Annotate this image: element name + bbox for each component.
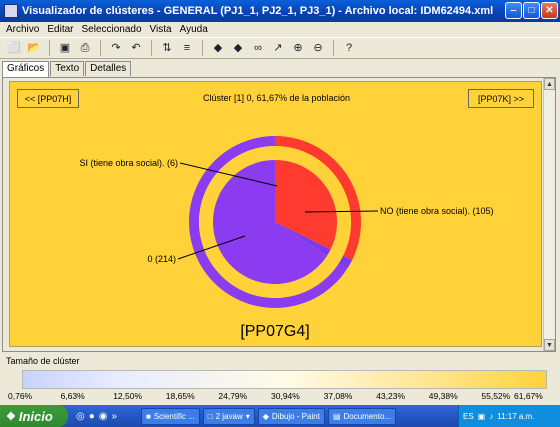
- minimize-button[interactable]: ‒: [505, 2, 522, 19]
- help-icon[interactable]: ?: [341, 40, 357, 56]
- menu-seleccionado[interactable]: Seleccionado: [81, 24, 141, 35]
- filter-icon[interactable]: ≡: [179, 40, 195, 56]
- windows-flag-icon: ❖: [6, 410, 16, 423]
- arrow-right-icon[interactable]: ◆: [230, 40, 246, 56]
- open-icon[interactable]: 📂: [26, 40, 42, 56]
- binoculars-icon[interactable]: ∞: [250, 40, 266, 56]
- scroll-up-icon[interactable]: ▲: [544, 78, 555, 90]
- graph-panel: << [PP07H] Clúster [1] 0, 61,67% de la p…: [2, 77, 556, 352]
- clock: 11:17 a.m.: [497, 411, 535, 421]
- task-label: Documento...: [343, 411, 392, 421]
- tab-graficos[interactable]: Gráficos: [2, 61, 50, 77]
- cluster-size-tick: 55,52%: [481, 391, 511, 401]
- menu-ayuda[interactable]: Ayuda: [180, 24, 208, 35]
- zoom-in-icon[interactable]: ⊕: [290, 40, 306, 56]
- variable-label: [PP07G4]: [240, 323, 309, 340]
- app-icon: ■: [146, 411, 151, 421]
- menu-archivo[interactable]: Archivo: [6, 24, 39, 35]
- task-label: 2 javaw: [215, 411, 243, 421]
- cluster-size-tick: 6,63%: [60, 391, 85, 401]
- menu-editar[interactable]: Editar: [47, 24, 73, 35]
- close-button[interactable]: ✕: [541, 2, 558, 19]
- tab-texto[interactable]: Texto: [50, 61, 85, 76]
- task-label: Dibujo - Paint: [271, 411, 320, 421]
- chevron-down-icon: ▾: [245, 411, 250, 421]
- quick-launch: ◎ ● ◉ »: [76, 411, 138, 422]
- cluster-size-tick: 49,38%: [428, 391, 458, 401]
- task-label: Scientific ...: [153, 411, 195, 421]
- cluster-size-label: Tamaño de clúster: [6, 356, 80, 366]
- firefox-icon[interactable]: ◉: [99, 411, 108, 422]
- cluster-size-tick: 43,23%: [376, 391, 406, 401]
- taskbar: ❖ Inicio ◎ ● ◉ » ■ Scientific ... □ 2 java…: [0, 405, 560, 427]
- browser-icon[interactable]: ●: [89, 411, 95, 422]
- task-javaw[interactable]: □ 2 javaw ▾: [202, 407, 255, 425]
- pie-label: SI (tiene obra social). (6): [79, 158, 178, 168]
- cluster-size-panel: Tamaño de clúster 0,76% 6,63% 12,50% 18,65%…: [2, 354, 556, 404]
- toolbar: ⬜ 📂 ▣ ⎙ ↷ ↶ ⇅ ≡ ◆ ◆ ∞ ↗ ⊕ ⊖ ?: [0, 37, 560, 59]
- task-scientific[interactable]: ■ Scientific ...: [141, 407, 200, 425]
- cluster-size-tick: 12,50%: [113, 391, 143, 401]
- start-label: Inicio: [18, 408, 53, 424]
- menu-bar: Archivo Editar Seleccionado Vista Ayuda: [0, 22, 560, 37]
- title-bar: Visualizador de clústeres - GENERAL (PJ1…: [0, 0, 560, 22]
- toolbar-separator: [202, 40, 203, 56]
- window-title: Visualizador de clústeres - GENERAL (PJ1…: [22, 5, 494, 17]
- chart-icon[interactable]: ↗: [270, 40, 286, 56]
- document-icon: ▤: [332, 411, 341, 421]
- app-icon: [4, 4, 18, 18]
- toolbar-separator: [151, 40, 152, 56]
- pie-label: NO (tiene obra social). (105): [380, 206, 494, 216]
- cluster-plot: << [PP07H] Clúster [1] 0, 61,67% de la p…: [9, 81, 542, 347]
- sort-icon[interactable]: ⇅: [159, 40, 175, 56]
- more-icon[interactable]: »: [112, 411, 118, 422]
- cluster-size-tick: 37,08%: [323, 391, 353, 401]
- system-tray: ES ▣ ♪ 11:17 a.m.: [458, 405, 560, 427]
- pie-label: 0 (214): [147, 254, 176, 264]
- zoom-out-icon[interactable]: ⊖: [310, 40, 326, 56]
- vertical-scrollbar[interactable]: ▲ ▼: [543, 78, 555, 351]
- undo-icon[interactable]: ↶: [128, 40, 144, 56]
- toolbar-separator: [100, 40, 101, 56]
- cluster-size-tick: 0,76%: [8, 391, 33, 401]
- redo-icon[interactable]: ↷: [108, 40, 124, 56]
- cluster-size-tick: 18,65%: [165, 391, 195, 401]
- cluster-size-gradient: [22, 370, 547, 389]
- task-documento[interactable]: ▤ Documento...: [327, 407, 397, 425]
- cluster-size-tick: 24,79%: [218, 391, 248, 401]
- toolbar-separator: [49, 40, 50, 56]
- toolbar-separator: [333, 40, 334, 56]
- menu-vista[interactable]: Vista: [150, 24, 172, 35]
- new-icon[interactable]: ⬜: [6, 40, 22, 56]
- ie-icon[interactable]: ◎: [76, 411, 85, 422]
- volume-icon[interactable]: ♪: [489, 412, 493, 421]
- task-paint[interactable]: ◆ Dibujo - Paint: [257, 407, 325, 425]
- cluster-size-tick: 61,67%: [514, 391, 543, 401]
- paint-icon: ◆: [262, 411, 269, 421]
- print-icon[interactable]: ⎙: [77, 40, 93, 56]
- tab-detalles[interactable]: Detalles: [85, 61, 132, 76]
- scroll-down-icon[interactable]: ▼: [544, 339, 555, 351]
- window-icon: □: [207, 411, 213, 421]
- language-indicator[interactable]: ES: [463, 412, 474, 421]
- network-icon[interactable]: ▣: [478, 412, 486, 421]
- pie-chart: NO (tiene obra social). (105) SI (tiene o…: [79, 136, 494, 340]
- cluster-size-ticks: 0,76% 6,63% 12,50% 18,65% 24,79% 30,94% 37,08%…: [2, 391, 556, 403]
- cluster-size-tick: 30,94%: [271, 391, 300, 401]
- start-button[interactable]: ❖ Inicio: [0, 405, 68, 427]
- maximize-button[interactable]: □: [523, 2, 540, 19]
- arrow-left-icon[interactable]: ◆: [210, 40, 226, 56]
- view-tabs: Gráficos Texto Detalles: [2, 61, 132, 77]
- save-icon[interactable]: ▣: [57, 40, 73, 56]
